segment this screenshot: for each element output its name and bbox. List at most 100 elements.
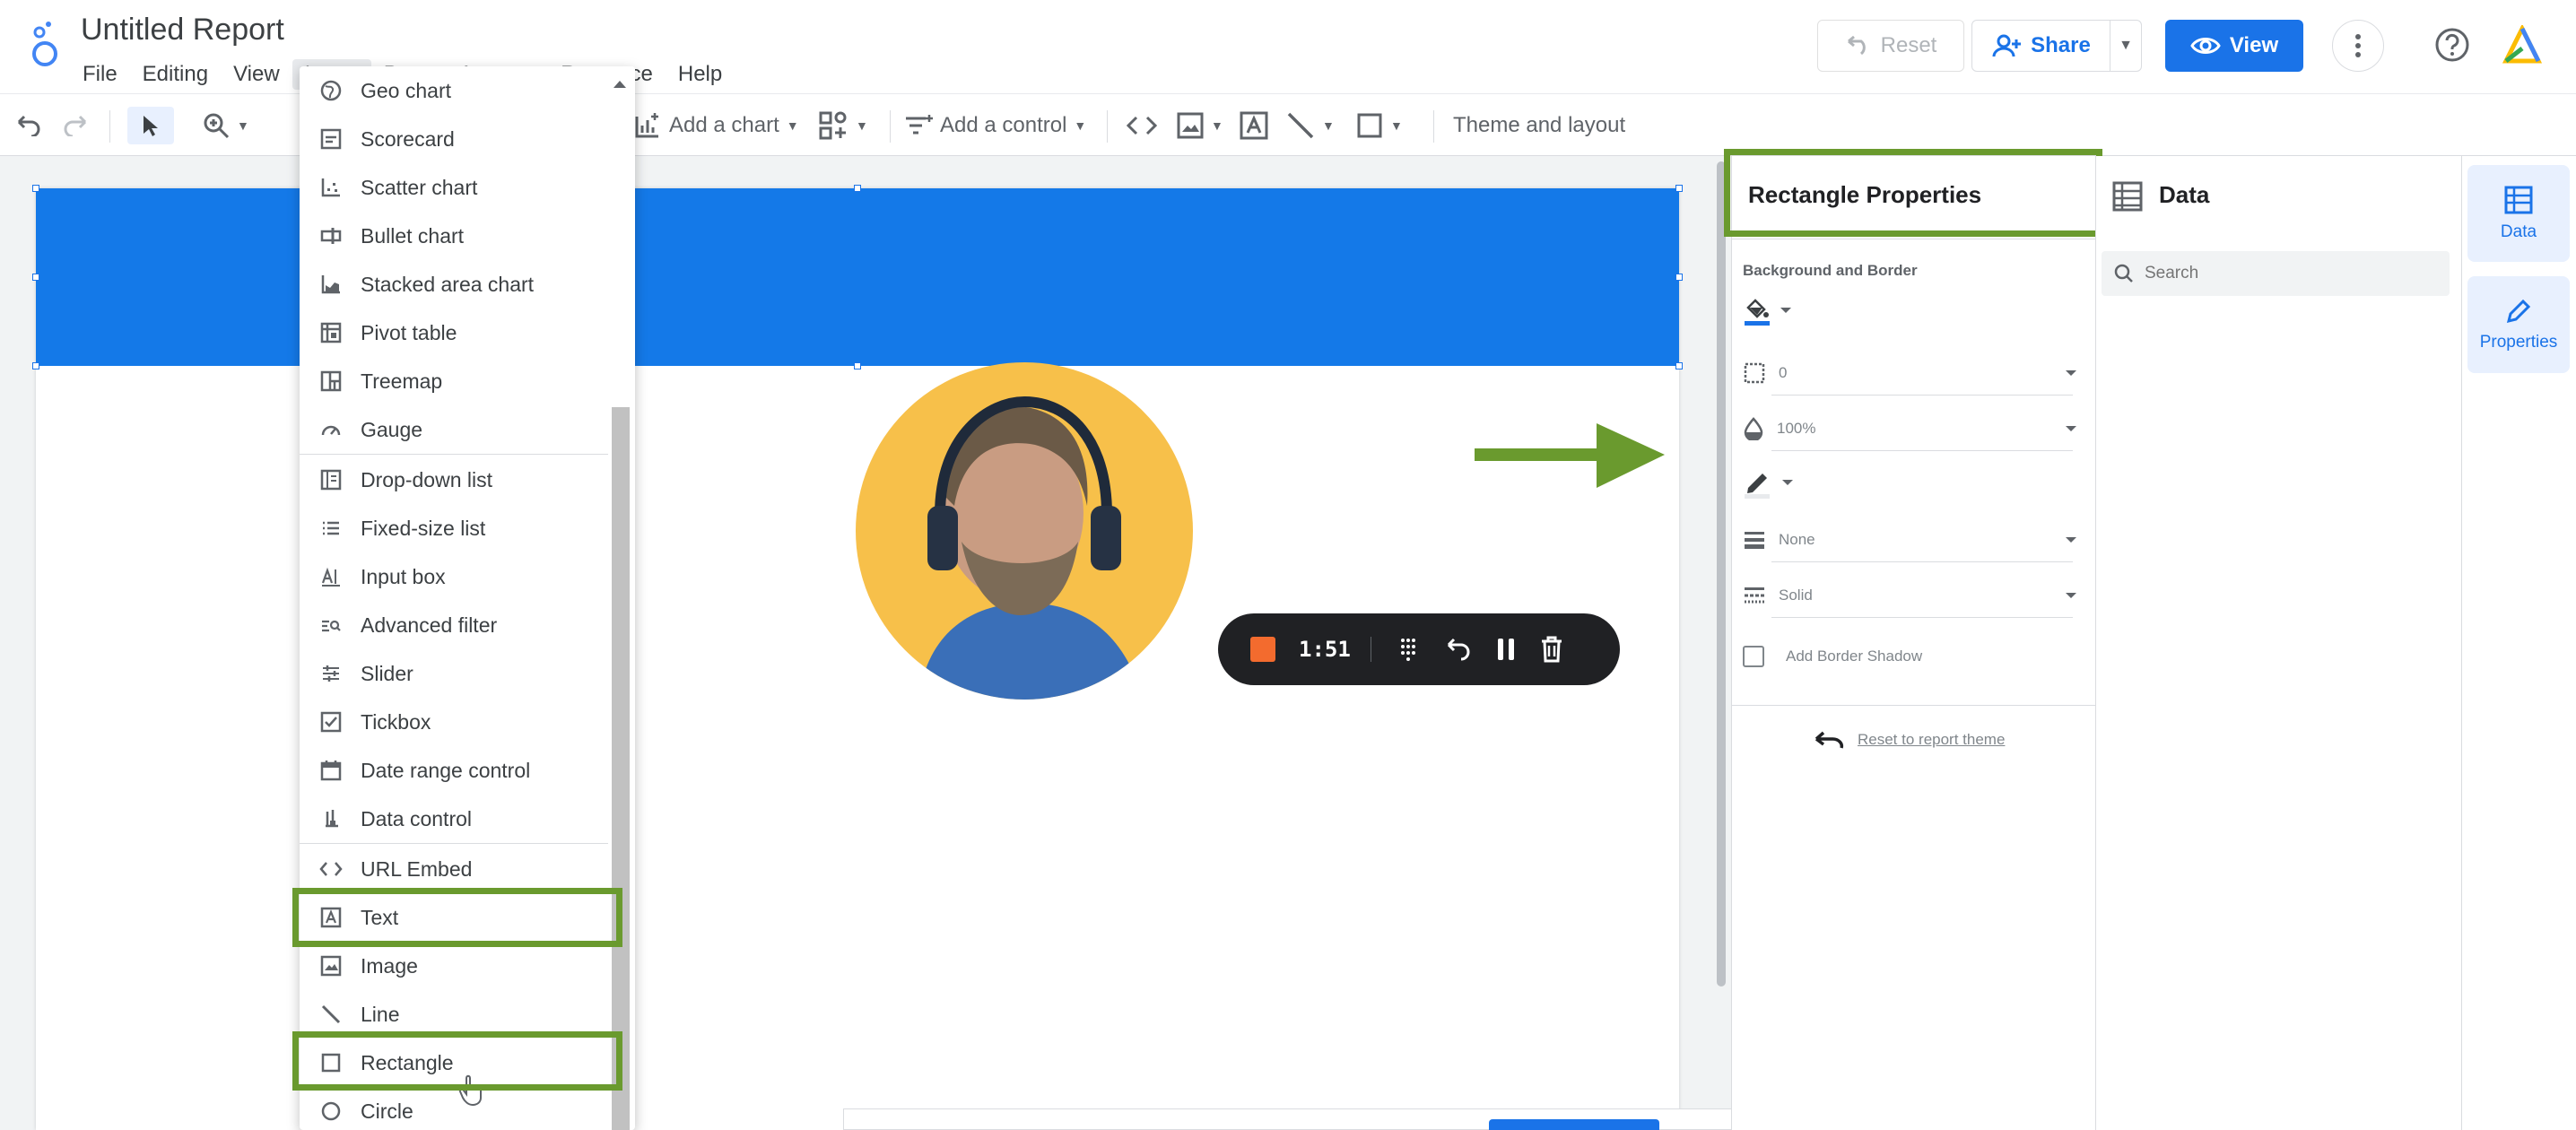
data-search-input[interactable]	[2145, 264, 2414, 283]
theme-and-layout-button[interactable]: Theme and layout	[1453, 107, 1625, 144]
redo-button[interactable]	[63, 107, 88, 144]
view-button[interactable]: View	[2165, 20, 2303, 72]
menu-item-label: Line	[361, 1002, 400, 1026]
section-label: Background and Border	[1743, 262, 1918, 279]
rail-properties-tab[interactable]: Properties	[2467, 276, 2570, 373]
opacity-select[interactable]: 100%	[1743, 409, 2084, 448]
google-analytics-logo[interactable]	[2502, 25, 2542, 65]
trash-icon[interactable]	[1540, 636, 1563, 663]
menu-item-label: Advanced filter	[361, 613, 498, 637]
menu-editing[interactable]: Editing	[130, 59, 221, 90]
menu-item-label: Pivot table	[361, 320, 457, 344]
image-button[interactable]: ▼	[1177, 107, 1223, 144]
resize-handle[interactable]	[32, 274, 39, 281]
image-icon	[319, 954, 343, 978]
menu-item-date-range-control[interactable]: Date range control	[300, 746, 608, 795]
border-style-select[interactable]: Solid	[1743, 576, 2084, 615]
table-icon	[2112, 181, 2143, 212]
circle-icon	[319, 1100, 343, 1123]
menu-item-geo-chart[interactable]: Geo chart	[300, 66, 608, 115]
border-color-picker[interactable]	[1743, 463, 2084, 502]
view-label: View	[2229, 33, 2279, 57]
scroll-up-icon[interactable]	[614, 81, 626, 88]
stop-recording-button[interactable]	[1250, 637, 1275, 662]
highlight-rectangle-item	[292, 1031, 622, 1091]
menu-item-fixed-size-list[interactable]: Fixed-size list	[300, 504, 608, 552]
resize-handle[interactable]	[1675, 185, 1683, 192]
menu-item-treemap[interactable]: Treemap	[300, 357, 608, 405]
menu-item-scorecard[interactable]: Scorecard	[300, 115, 608, 163]
background-color-picker[interactable]	[1743, 291, 2084, 330]
resize-handle[interactable]	[1675, 274, 1683, 281]
pause-icon[interactable]	[1495, 637, 1517, 662]
components-icon	[819, 111, 847, 140]
shadow-checkbox[interactable]	[1743, 646, 1764, 667]
checkbox-icon	[319, 710, 343, 734]
menu-item-data-control[interactable]: Data control	[300, 795, 608, 843]
menu-item-url-embed[interactable]: URL Embed	[300, 845, 608, 893]
undo-icon	[1847, 36, 1866, 56]
restart-icon[interactable]	[1445, 638, 1472, 661]
zoom-button[interactable]: ▼	[203, 107, 249, 144]
select-tool-button[interactable]	[127, 107, 174, 144]
menu-file[interactable]: File	[70, 59, 130, 90]
menu-item-label: URL Embed	[361, 856, 473, 881]
menu-item-advanced-filter[interactable]: Advanced filter	[300, 601, 608, 649]
menu-item-tickbox[interactable]: Tickbox	[300, 698, 608, 746]
reset-button[interactable]: Reset	[1817, 20, 1964, 72]
resize-handle[interactable]	[1675, 362, 1683, 369]
menu-view[interactable]: View	[221, 59, 292, 90]
drag-handle-icon[interactable]	[1395, 636, 1422, 663]
looker-studio-logo[interactable]	[25, 20, 65, 70]
menu-item-label: Tickbox	[361, 709, 431, 734]
border-weight-select[interactable]: None	[1743, 520, 2084, 560]
border-radius-select[interactable]: 0	[1743, 353, 2084, 393]
input-box-icon	[319, 565, 343, 588]
community-viz-button[interactable]: ▼	[818, 107, 868, 144]
slider-icon	[319, 662, 343, 685]
menu-item-bullet-chart[interactable]: Bullet chart	[300, 212, 608, 260]
menu-item-slider[interactable]: Slider	[300, 649, 608, 698]
add-person-icon	[1992, 34, 2022, 57]
menu-item-label: Image	[361, 953, 418, 978]
bottom-action-button[interactable]	[1489, 1119, 1659, 1130]
menu-help[interactable]: Help	[666, 59, 735, 90]
report-title[interactable]: Untitled Report	[81, 13, 284, 48]
rail-data-tab[interactable]: Data	[2467, 165, 2570, 262]
menu-item-pivot-table[interactable]: Pivot table	[300, 309, 608, 357]
more-options-button[interactable]	[2332, 20, 2384, 72]
add-control-button[interactable]: Add a control ▼	[904, 107, 1086, 144]
shape-button[interactable]: ▼	[1356, 107, 1403, 144]
data-search-box[interactable]	[2102, 251, 2450, 296]
menu-item-input-box[interactable]: Input box	[300, 552, 608, 601]
url-embed-button[interactable]	[1127, 107, 1157, 144]
add-control-label: Add a control	[940, 113, 1067, 137]
reset-to-theme-link[interactable]: Reset to report theme	[1813, 730, 2005, 750]
share-dropdown-icon[interactable]: ▼	[2110, 38, 2141, 54]
border-shadow-checkbox[interactable]: Add Border Shadow	[1743, 637, 2084, 676]
menu-item-gauge[interactable]: Gauge	[300, 405, 608, 454]
highlight-text-item	[292, 888, 622, 947]
menu-item-label: Input box	[361, 564, 446, 588]
resize-handle[interactable]	[854, 362, 861, 369]
menu-item-drop-down-list[interactable]: Drop-down list	[300, 456, 608, 504]
filter-list-icon	[906, 115, 933, 135]
resize-handle[interactable]	[854, 185, 861, 192]
undo-button[interactable]	[16, 107, 41, 144]
add-chart-button[interactable]: Add a chart ▼	[633, 107, 799, 144]
menu-item-circle[interactable]: Circle	[300, 1087, 608, 1130]
rail-data-label: Data	[2500, 222, 2537, 241]
menu-item-scatter-chart[interactable]: Scatter chart	[300, 163, 608, 212]
resize-handle[interactable]	[32, 362, 39, 369]
share-button[interactable]: Share ▼	[1971, 20, 2142, 72]
menu-item-stacked-area-chart[interactable]: Stacked area chart	[300, 260, 608, 309]
canvas-scrollbar[interactable]	[1717, 161, 1726, 987]
blue-rectangle-shape[interactable]	[36, 188, 1679, 366]
text-button[interactable]	[1240, 107, 1268, 144]
help-icon[interactable]	[2434, 27, 2470, 63]
resize-handle[interactable]	[32, 185, 39, 192]
line-button[interactable]: ▼	[1286, 107, 1335, 144]
menu-scrollbar-thumb[interactable]	[612, 407, 630, 1130]
search-icon	[2114, 264, 2133, 282]
menu-item-image[interactable]: Image	[300, 942, 608, 990]
